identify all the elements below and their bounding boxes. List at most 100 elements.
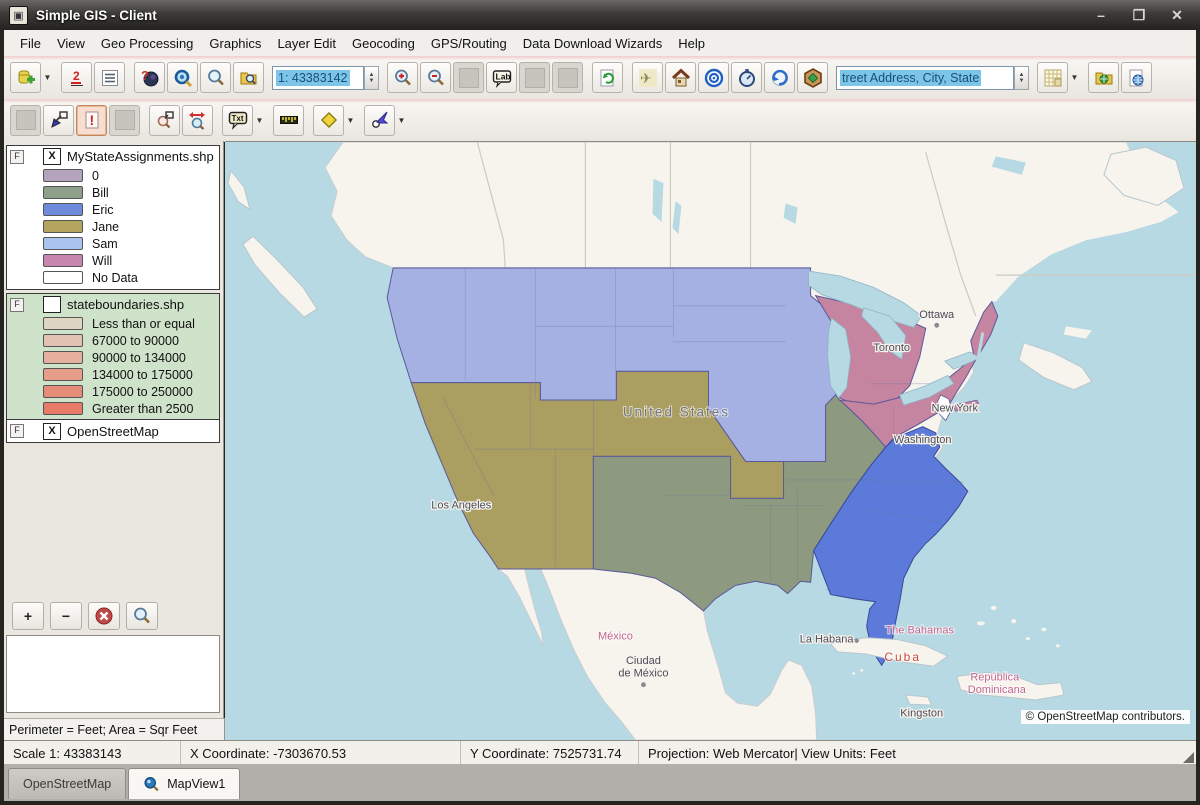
map-label-united-states: United States <box>623 404 730 419</box>
zoom-tool-button[interactable] <box>200 62 231 93</box>
map-label-kingston: Kingston <box>900 707 943 719</box>
tab-openstreetmap[interactable]: OpenStreetMap <box>8 768 126 799</box>
layer-visibility-checkbox[interactable]: X <box>43 148 61 165</box>
layer-name[interactable]: stateboundaries.shp <box>67 297 184 312</box>
legend-item[interactable]: 134000 to 175000 <box>7 366 219 383</box>
map-canvas[interactable]: Ottawa Toronto New York Washington Unite… <box>225 142 1196 740</box>
label-features-button[interactable]: 2 <box>61 62 92 93</box>
zoom-out-button[interactable] <box>420 62 451 93</box>
legend-item[interactable]: Less than or equal <box>7 315 219 332</box>
legend-swatch <box>43 169 83 182</box>
resize-grip[interactable] <box>1183 752 1194 763</box>
select-features-button[interactable] <box>43 105 74 136</box>
legend-swatch <box>43 351 83 364</box>
stopwatch-button[interactable] <box>731 62 762 93</box>
lab-bubble-icon: Lab <box>492 68 512 88</box>
layer-section-stateboundaries[interactable]: F stateboundaries.shp Less than or equal… <box>6 293 220 421</box>
delete-layer-button[interactable] <box>88 602 120 630</box>
layer-expander[interactable]: F <box>10 424 24 438</box>
address-search-input[interactable]: treet Address, City, State <box>836 66 1014 90</box>
status-scale: Scale 1: 43383143 <box>4 741 180 765</box>
menu-file[interactable]: File <box>12 33 49 54</box>
scale-input[interactable]: 1: 43383142 <box>272 66 364 90</box>
add-data-dropdown[interactable]: ▼ <box>42 63 53 92</box>
identify-button-active[interactable]: ! <box>76 105 107 136</box>
attribute-table-dropdown[interactable]: ▼ <box>1069 63 1080 92</box>
measure-button[interactable] <box>273 105 304 136</box>
text-annotation-dropdown[interactable]: ▼ <box>254 106 265 135</box>
navigate-dropdown[interactable]: ▼ <box>396 106 407 135</box>
app-icon: ▣ <box>9 6 28 25</box>
home-extent-button[interactable] <box>665 62 696 93</box>
remove-layer-button[interactable]: − <box>50 602 82 630</box>
map-label-ottawa: Ottawa <box>919 309 955 321</box>
zoom-selection-button[interactable] <box>149 105 180 136</box>
legend-item[interactable]: Will <box>7 252 219 269</box>
menu-help[interactable]: Help <box>670 33 713 54</box>
search-data-button[interactable] <box>233 62 264 93</box>
legend-item[interactable]: 0 <box>7 167 219 184</box>
zoom-to-layer-button[interactable] <box>126 602 158 630</box>
attribute-table-button[interactable] <box>1037 62 1068 93</box>
geofence-button[interactable] <box>797 62 828 93</box>
add-data-button[interactable] <box>10 62 41 93</box>
navigate-button[interactable] <box>364 105 395 136</box>
menu-graphics[interactable]: Graphics <box>201 33 269 54</box>
minimize-button[interactable]: – <box>1090 8 1112 22</box>
legend-list-button[interactable] <box>94 62 125 93</box>
layer-section-openstreetmap[interactable]: F X OpenStreetMap <box>6 419 220 443</box>
layer-expander[interactable]: F <box>10 150 24 164</box>
disabled-icon <box>115 110 135 130</box>
refresh-button[interactable] <box>592 62 623 93</box>
menu-geocoding[interactable]: Geocoding <box>344 33 423 54</box>
layer-name[interactable]: MyStateAssignments.shp <box>67 149 214 164</box>
target-button[interactable] <box>698 62 729 93</box>
pan-zoom-button[interactable] <box>182 105 213 136</box>
layer-name[interactable]: OpenStreetMap <box>67 424 159 439</box>
scale-spinner[interactable]: ▲▼ <box>364 66 379 90</box>
statusbar: Scale 1: 43383143 X Coordinate: -7303670… <box>4 740 1196 765</box>
zoom-out-icon <box>426 68 446 88</box>
vertex-tool-button[interactable] <box>313 105 344 136</box>
layer-section-mystateassignments[interactable]: F X MyStateAssignments.shp 0 Bill Eric J… <box>6 145 220 290</box>
tab-mapview1[interactable]: MapView1 <box>128 768 240 799</box>
menu-view[interactable]: View <box>49 33 93 54</box>
identify-world-button[interactable]: ? <box>134 62 165 93</box>
layer-visibility-checkbox[interactable]: X <box>43 423 61 440</box>
map-attribution: © OpenStreetMap contributors. <box>1021 710 1190 724</box>
label-tool-button[interactable]: Lab <box>486 62 517 93</box>
web-page-button[interactable] <box>1121 62 1152 93</box>
vertex-tool-dropdown[interactable]: ▼ <box>345 106 356 135</box>
gps-plane-button[interactable]: ✈ <box>632 62 663 93</box>
legend-item[interactable]: Bill <box>7 184 219 201</box>
menu-geo-processing[interactable]: Geo Processing <box>93 33 202 54</box>
legend-item[interactable]: Sam <box>7 235 219 252</box>
legend-swatch <box>43 385 83 398</box>
text-annotation-button[interactable]: Txt <box>222 105 253 136</box>
close-button[interactable]: ✕ <box>1166 8 1188 22</box>
map-label-los-angeles: Los Angeles <box>431 499 491 511</box>
menu-layer-edit[interactable]: Layer Edit <box>269 33 344 54</box>
legend-item[interactable]: No Data <box>7 269 219 289</box>
legend-item[interactable]: 67000 to 90000 <box>7 332 219 349</box>
zoom-in-button[interactable] <box>387 62 418 93</box>
menu-data-download-wizards[interactable]: Data Download Wizards <box>515 33 670 54</box>
menubar: File View Geo Processing Graphics Layer … <box>4 30 1196 57</box>
open-web-folder-button[interactable] <box>1088 62 1119 93</box>
legend-item[interactable]: Eric <box>7 201 219 218</box>
legend-item[interactable]: 175000 to 250000 <box>7 383 219 400</box>
zoom-world-button[interactable] <box>167 62 198 93</box>
zoom-globe-icon <box>173 68 193 88</box>
legend-item[interactable]: 90000 to 134000 <box>7 349 219 366</box>
layer-expander[interactable]: F <box>10 298 24 312</box>
maximize-button[interactable]: ❐ <box>1128 8 1150 22</box>
map-view[interactable]: Ottawa Toronto New York Washington Unite… <box>225 141 1196 740</box>
history-button[interactable] <box>764 62 795 93</box>
legend-item[interactable]: Greater than 2500 <box>7 400 219 420</box>
legend-item[interactable]: Jane <box>7 218 219 235</box>
layer-visibility-checkbox[interactable] <box>43 296 61 313</box>
address-spinner[interactable]: ▲▼ <box>1014 66 1029 90</box>
menu-gps-routing[interactable]: GPS/Routing <box>423 33 515 54</box>
add-layer-button[interactable]: + <box>12 602 44 630</box>
svg-text:2: 2 <box>73 69 80 83</box>
